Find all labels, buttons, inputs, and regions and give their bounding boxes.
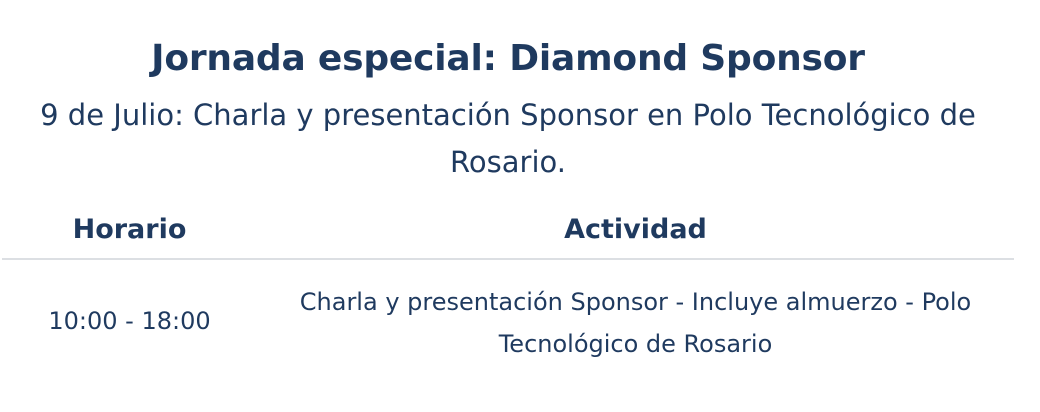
event-subtitle: 9 de Julio: Charla y presentación Sponso… <box>40 98 976 179</box>
table-header-row: Horario Actividad <box>2 200 1014 260</box>
page-title: Jornada especial: Diamond Sponsor <box>151 38 865 79</box>
schedule-table-body: 10:00 - 18:00 Charla y presentación Spon… <box>2 259 1014 382</box>
page: Jornada especial: Diamond Sponsor 9 de J… <box>0 0 1040 412</box>
cell-horario: 10:00 - 18:00 <box>48 307 211 335</box>
column-header-horario: Horario <box>2 200 257 260</box>
table-row: 10:00 - 18:00 Charla y presentación Spon… <box>2 259 1014 382</box>
schedule-table: Horario Actividad 10:00 - 18:00 Charla y… <box>2 200 1014 382</box>
cell-actividad: Charla y presentación Sponsor - Incluye … <box>299 288 972 358</box>
schedule-table-head: Horario Actividad <box>2 200 1014 260</box>
column-header-actividad: Actividad <box>257 200 1014 260</box>
